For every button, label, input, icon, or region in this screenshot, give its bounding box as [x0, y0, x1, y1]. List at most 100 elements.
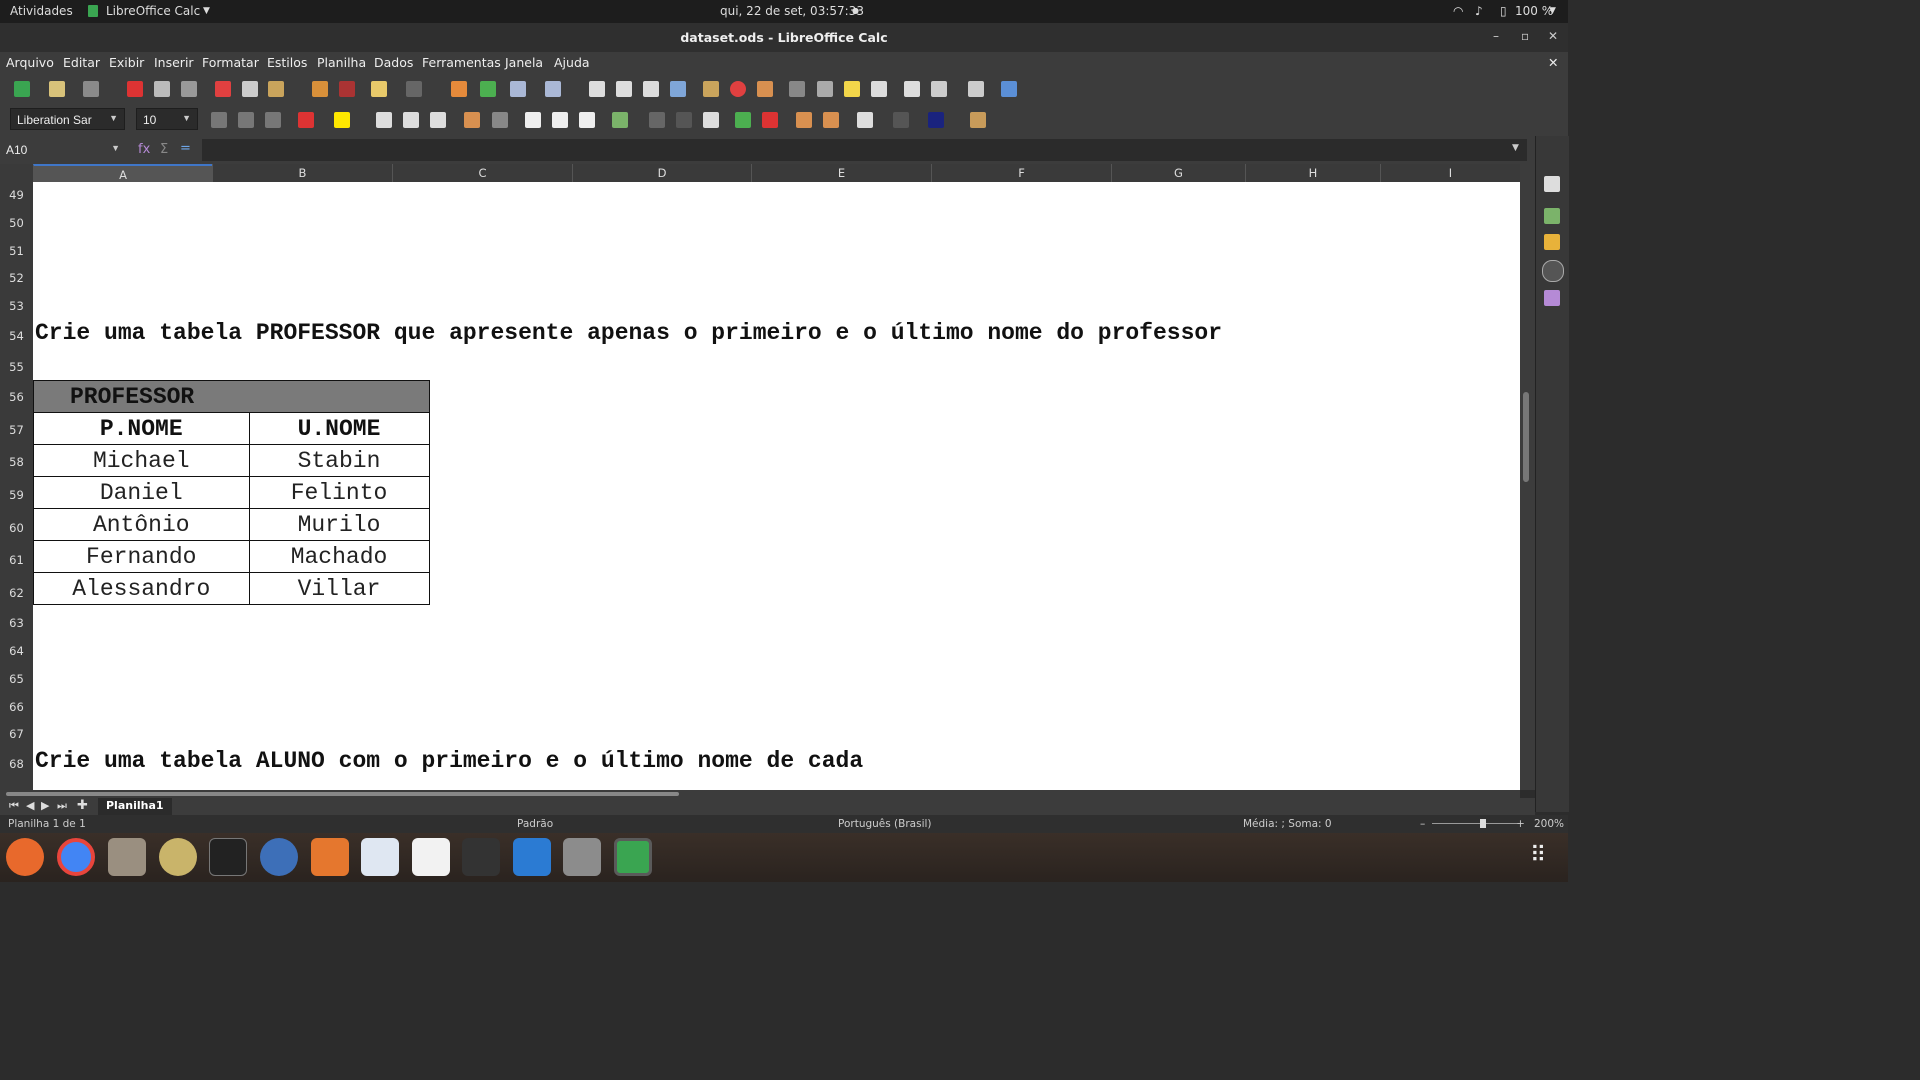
instruction-text-aluno[interactable]: Crie uma tabela ALUNO com o primeiro e o… [35, 748, 863, 774]
close-window-button[interactable]: ✕ [1548, 29, 1558, 43]
volume-icon[interactable]: ♪ [1475, 4, 1483, 18]
sum-icon[interactable]: Σ [160, 142, 168, 157]
row-header[interactable]: 55 [0, 360, 33, 374]
align-center-icon[interactable] [403, 112, 419, 128]
table-cell[interactable]: Murilo [248, 508, 430, 541]
navigator-icon[interactable] [1542, 260, 1564, 282]
column-header-i[interactable]: I [1380, 164, 1520, 182]
bold-icon[interactable] [211, 112, 227, 128]
align-left-icon[interactable] [376, 112, 392, 128]
paste-icon[interactable] [268, 81, 284, 97]
wrap-text-icon[interactable] [464, 112, 480, 128]
menu-exibir[interactable]: Exibir [109, 55, 144, 70]
add-sheet-icon[interactable]: ✚ [77, 798, 88, 813]
row-header[interactable]: 50 [0, 216, 33, 230]
comment-icon[interactable] [844, 81, 860, 97]
pivot-table-icon[interactable] [757, 81, 773, 97]
menu-inserir[interactable]: Inserir [154, 55, 194, 70]
new-document-icon[interactable] [14, 81, 30, 97]
help-icon[interactable] [260, 838, 298, 876]
row-header[interactable]: 53 [0, 299, 33, 313]
font-color-icon[interactable] [298, 112, 314, 128]
undo-icon[interactable] [371, 81, 387, 97]
sort-icon[interactable] [589, 81, 605, 97]
wifi-icon[interactable]: ◠ [1453, 4, 1463, 18]
row-header[interactable]: 52 [0, 271, 33, 285]
clear-formatting-icon[interactable] [339, 81, 355, 97]
table-title[interactable]: PROFESSOR [33, 380, 249, 413]
column-header-b[interactable]: B [212, 164, 392, 182]
battery-icon[interactable]: ▯ [1500, 4, 1507, 18]
align-bottom-icon[interactable] [579, 112, 595, 128]
horizontal-scrollbar[interactable] [0, 790, 1520, 798]
next-sheet-icon[interactable]: ▶ [41, 799, 49, 812]
spellcheck-icon[interactable] [480, 81, 496, 97]
row-header[interactable]: 51 [0, 244, 33, 258]
print-icon[interactable] [154, 81, 170, 97]
row-header[interactable]: 60 [0, 521, 33, 535]
language[interactable]: Português (Brasil) [838, 818, 932, 830]
functions-icon[interactable] [1544, 290, 1560, 306]
header-first-name[interactable]: P.NOME [33, 412, 250, 445]
row-icon[interactable] [510, 81, 526, 97]
column-header-f[interactable]: F [931, 164, 1111, 182]
define-print-area-icon[interactable] [904, 81, 920, 97]
selection-sum[interactable]: Média: ; Soma: 0 [1243, 818, 1332, 830]
properties-icon[interactable] [1544, 176, 1560, 192]
menu-planilha[interactable]: Planilha [317, 55, 366, 70]
zoom-in-icon[interactable]: + [1516, 818, 1525, 830]
close-document-icon[interactable]: ✕ [1548, 55, 1558, 70]
vertical-scroll-thumb[interactable] [1523, 392, 1529, 482]
column-icon[interactable] [545, 81, 561, 97]
header-last-name[interactable]: U.NOME [248, 412, 430, 445]
terminal-icon[interactable] [209, 838, 247, 876]
horizontal-scroll-thumb[interactable] [6, 792, 679, 796]
table-cell[interactable]: Fernando [33, 540, 250, 573]
open-folder-icon[interactable] [49, 81, 65, 97]
align-right-icon[interactable] [430, 112, 446, 128]
save-icon[interactable] [83, 81, 99, 97]
last-sheet-icon[interactable]: ⏭ [57, 799, 67, 813]
zoom-level[interactable]: 200% [1534, 818, 1564, 830]
export-pdf-icon[interactable] [127, 81, 143, 97]
menu-janela[interactable]: Janela [505, 55, 543, 70]
font-name-box[interactable]: Liberation Sar ▼ [10, 108, 125, 130]
cut-icon[interactable] [215, 81, 231, 97]
formula-icon[interactable]: = [180, 141, 191, 156]
vscode-icon[interactable] [513, 838, 551, 876]
cell-grid[interactable]: Crie uma tabela PROFESSOR que apresente … [33, 182, 1520, 790]
menu-dados[interactable]: Dados [374, 55, 413, 70]
center-vertically-icon[interactable] [552, 112, 568, 128]
column-header-h[interactable]: H [1245, 164, 1380, 182]
software-center-icon[interactable] [311, 838, 349, 876]
table-title-cell[interactable] [249, 380, 430, 413]
autofilter-icon[interactable] [670, 81, 686, 97]
instruction-text-professor[interactable]: Crie uma tabela PROFESSOR que apresente … [35, 320, 1222, 346]
underline-icon[interactable] [265, 112, 281, 128]
row-header[interactable]: 56 [0, 390, 33, 404]
copy-icon[interactable] [242, 81, 258, 97]
header-footer-icon[interactable] [871, 81, 887, 97]
clone-formatting-icon[interactable] [312, 81, 328, 97]
freeze-panes-icon[interactable] [931, 81, 947, 97]
writer-icon[interactable] [361, 838, 399, 876]
menu-formatar[interactable]: Formatar [202, 55, 259, 70]
function-wizard-icon[interactable]: fx [138, 142, 150, 157]
activities-button[interactable]: Atividades [10, 4, 73, 18]
sublime-text-icon[interactable] [462, 838, 500, 876]
delete-decimal-icon[interactable] [762, 112, 778, 128]
find-replace-icon[interactable] [451, 81, 467, 97]
previous-sheet-icon[interactable]: ◀ [26, 799, 34, 812]
styles-icon[interactable] [1544, 208, 1560, 224]
column-header-a[interactable]: A [33, 164, 212, 182]
select-all-corner[interactable] [0, 164, 33, 182]
maximize-button[interactable]: ▫ [1521, 29, 1529, 43]
row-header[interactable]: 65 [0, 672, 33, 686]
column-header-g[interactable]: G [1111, 164, 1245, 182]
show-draw-functions-icon[interactable] [1001, 81, 1017, 97]
border-style-icon[interactable] [893, 112, 909, 128]
menu-ajuda[interactable]: Ajuda [554, 55, 590, 70]
vertical-scrollbar[interactable] [1520, 164, 1535, 790]
percent-format-icon[interactable] [649, 112, 665, 128]
menu-arquivo[interactable]: Arquivo [6, 55, 54, 70]
